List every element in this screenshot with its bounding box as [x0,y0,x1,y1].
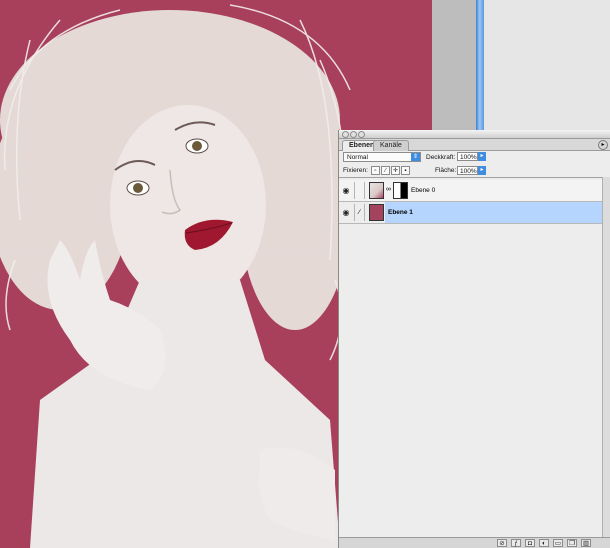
layer-name: Ebene 0 [411,187,436,194]
workspace-background [484,0,610,130]
panel-menu-icon[interactable]: ▸ [598,140,608,150]
opacity-label: Deckkraft: [426,154,456,161]
minimize-icon[interactable] [350,131,357,138]
layers-scrollbar[interactable] [602,177,610,538]
layer-thumbnail [369,204,384,221]
lock-row: Fixieren: ▫ ∕ ✛ ▪ Fläche: 100% ▸ [339,166,610,176]
layer-style-icon[interactable]: ƒ [511,539,521,547]
fill-slider-arrow-icon[interactable]: ▸ [478,166,486,175]
close-icon[interactable] [342,131,349,138]
eye-icon[interactable]: ◉ [341,208,351,218]
lock-transparency-icon[interactable]: ▫ [371,166,380,175]
tab-channels[interactable]: Kanäle [373,140,409,151]
fill-field[interactable]: 100% [457,166,478,175]
eye-icon[interactable]: ◉ [341,186,351,196]
layers-list: ◉ ∞ Ebene 0 ◉ ∕ Ebene 1 [339,177,602,539]
fill-label: Fläche: [435,167,457,174]
layer-link-cell[interactable] [354,182,365,199]
panel-bottom-bar: ⊘ ƒ ◘ ◐ ▭ ❐ ▥ [339,537,610,548]
lock-image-icon[interactable]: ∕ [381,166,390,175]
adjustment-layer-icon[interactable]: ◐ [539,539,549,547]
chevron-updown-icon: ⇕ [411,153,420,161]
blend-mode-value: Normal [347,154,368,161]
new-group-icon[interactable]: ▭ [553,539,563,547]
new-layer-icon[interactable]: ❐ [567,539,577,547]
opacity-slider-arrow-icon[interactable]: ▸ [478,152,486,161]
panel-titlebar[interactable] [339,130,610,139]
scrollbar-thumb[interactable] [476,0,484,130]
link-layers-icon[interactable]: ⊘ [497,539,507,547]
layer-selection-highlight [385,202,602,223]
layer-row-ebene-0[interactable]: ◉ ∞ Ebene 0 [339,180,602,202]
layer-thumbnail [369,182,384,199]
blend-mode-select[interactable]: Normal ⇕ [343,152,421,162]
layer-name: Ebene 1 [388,209,413,216]
blend-row: Normal ⇕ Deckkraft: 100% ▸ [339,152,610,164]
lock-label: Fixieren: [343,167,368,174]
layer-row-ebene-1[interactable]: ◉ ∕ Ebene 1 [339,202,602,224]
brush-icon[interactable]: ∕ [354,204,365,221]
opacity-field[interactable]: 100% [457,152,478,161]
add-mask-icon[interactable]: ◘ [525,539,535,547]
trash-icon[interactable]: ▥ [581,539,591,547]
layers-panel: Ebenen Kanäle ▸ Normal ⇕ Deckkraft: 100%… [338,130,610,548]
panel-tab-row: Ebenen Kanäle ▸ [339,139,610,151]
layer-mask-thumbnail[interactable] [393,182,408,199]
window-edge-strip [432,0,476,130]
lock-position-icon[interactable]: ✛ [391,166,400,175]
zoom-icon[interactable] [358,131,365,138]
lock-all-icon[interactable]: ▪ [401,166,410,175]
chain-link-icon[interactable]: ∞ [386,186,391,193]
